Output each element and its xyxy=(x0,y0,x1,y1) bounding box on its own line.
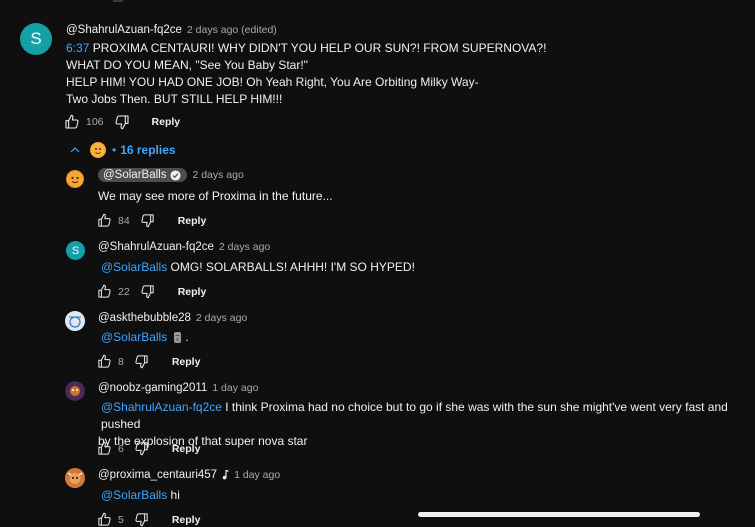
reply-avatar[interactable] xyxy=(65,468,85,488)
reply-actions: 6 Reply xyxy=(97,441,200,456)
reply-header: @askthebubble28 2 days ago xyxy=(98,312,247,324)
like-count: 5 xyxy=(118,513,124,526)
moai-emoji-icon xyxy=(173,331,182,344)
gamer-avatar-icon xyxy=(65,381,85,401)
like-icon[interactable] xyxy=(97,213,112,228)
comment-actions: 106 Reply xyxy=(64,114,180,130)
mention-link[interactable]: @ShahrulAzuan-fq2ce xyxy=(101,400,222,414)
reply-actions: 8 Reply xyxy=(97,354,200,369)
reply-header: @proxima_centauri457 1 day ago xyxy=(98,469,280,481)
dislike-icon[interactable] xyxy=(140,213,155,228)
mention-link[interactable]: @SolarBalls xyxy=(101,260,167,274)
home-indicator[interactable] xyxy=(418,512,700,517)
reply-author[interactable]: @ShahrulAzuan-fq2ce xyxy=(98,241,214,253)
star-face-avatar-icon xyxy=(65,468,85,488)
like-count: 8 xyxy=(118,355,124,368)
replies-count-label: 16 replies xyxy=(120,143,176,157)
reply-text: @SolarBalls hi xyxy=(101,487,180,504)
reply-button[interactable]: Reply xyxy=(152,116,181,128)
dislike-icon[interactable] xyxy=(140,284,155,299)
reply-button[interactable]: Reply xyxy=(178,286,207,298)
avatar-letter: S xyxy=(30,29,42,48)
reply-text-body: hi xyxy=(167,488,180,502)
reply-button[interactable]: Reply xyxy=(172,356,201,368)
like-count: 84 xyxy=(118,214,130,227)
comment-line-2: WHAT DO YOU MEAN, "See You Baby Star!" xyxy=(66,58,308,72)
comment-time: 2 days ago (edited) xyxy=(186,24,277,36)
mention-link[interactable]: @SolarBalls xyxy=(101,329,167,346)
music-note-icon xyxy=(222,470,229,480)
like-icon[interactable] xyxy=(97,441,112,456)
reply-actions: 5 Reply xyxy=(97,512,200,527)
bullet-separator: • xyxy=(112,143,117,157)
reply-avatar[interactable] xyxy=(65,381,85,401)
verified-check-icon xyxy=(170,169,181,181)
replies-toggle[interactable]: • 16 replies xyxy=(69,142,176,158)
like-icon[interactable] xyxy=(64,114,80,130)
avatar[interactable]: S xyxy=(20,23,52,55)
comment-header: @ShahrulAzuan-fq2ce 2 days ago (edited) xyxy=(66,24,277,36)
reply-avatar[interactable]: S xyxy=(66,241,85,260)
reply-button[interactable]: Reply xyxy=(178,215,207,227)
creator-avatar-icon xyxy=(90,142,106,158)
reply-time: 2 days ago xyxy=(218,241,271,253)
comment-body: 6:37 PROXIMA CENTAURI! WHY DIDN'T YOU HE… xyxy=(66,40,626,108)
reply-author[interactable]: @proxima_centauri457 xyxy=(98,469,217,481)
reply-header: @ShahrulAzuan-fq2ce 2 days ago xyxy=(98,241,270,253)
reply-text: @SolarBalls OMG! SOLARBALLS! AHHH! I'M S… xyxy=(101,259,415,276)
reply-author[interactable]: @noobz-gaming2011 xyxy=(98,382,207,394)
like-icon[interactable] xyxy=(97,512,112,527)
comment-line-3: HELP HIM! YOU HAD ONE JOB! Oh Yeah Right… xyxy=(66,75,479,89)
like-count: 106 xyxy=(86,116,104,128)
avatar-letter: S xyxy=(71,244,80,257)
timestamp-link[interactable]: 6:37 xyxy=(66,41,89,55)
reply-time: 1 day ago xyxy=(212,382,259,394)
reply-button[interactable]: Reply xyxy=(172,443,201,455)
reply-time: 2 days ago xyxy=(192,169,244,181)
sun-face-icon xyxy=(67,171,83,187)
reply-actions: 22 Reply xyxy=(97,284,206,299)
dislike-icon[interactable] xyxy=(134,441,149,456)
chevron-up-icon xyxy=(69,144,81,156)
comment-line-1: 6:37 PROXIMA CENTAURI! WHY DIDN'T YOU HE… xyxy=(66,40,626,57)
comment-line-4: Two Jobs Then. BUT STILL HELP HIM!!! xyxy=(66,92,283,106)
reply-text: We may see more of Proxima in the future… xyxy=(98,189,333,203)
reply-actions: 84 Reply xyxy=(97,213,206,228)
reply-button[interactable]: Reply xyxy=(172,514,201,526)
reply-author: @SolarBalls xyxy=(103,169,167,181)
dislike-icon[interactable] xyxy=(114,114,130,130)
like-icon[interactable] xyxy=(97,284,112,299)
reply-header: @noobz-gaming2011 1 day ago xyxy=(98,382,258,394)
like-count: 6 xyxy=(118,442,124,455)
creator-badge[interactable]: @SolarBalls xyxy=(98,168,188,182)
top-edge-remnant xyxy=(113,0,123,2)
reply-header: @SolarBalls 2 days ago xyxy=(98,168,244,182)
reply-avatar[interactable] xyxy=(65,311,85,331)
dislike-icon[interactable] xyxy=(134,354,149,369)
comment-author[interactable]: @ShahrulAzuan-fq2ce xyxy=(66,24,182,36)
comment-line-1-text: PROXIMA CENTAURI! WHY DIDN'T YOU HELP OU… xyxy=(89,41,547,55)
dislike-icon[interactable] xyxy=(134,512,149,527)
reply-time: 1 day ago xyxy=(234,469,281,481)
like-icon[interactable] xyxy=(97,354,112,369)
reply-author[interactable]: @askthebubble28 xyxy=(98,312,191,324)
bubble-avatar-icon xyxy=(65,311,85,331)
reply-text-line-1: @ShahrulAzuan-fq2ce I think Proxima had … xyxy=(98,399,748,433)
reply-text: @SolarBalls . xyxy=(101,329,189,346)
mention-link[interactable]: @SolarBalls xyxy=(101,488,167,502)
reply-time: 2 days ago xyxy=(195,312,248,324)
reply-avatar[interactable] xyxy=(66,170,84,188)
like-count: 22 xyxy=(118,285,130,298)
reply-text-body: . xyxy=(185,330,189,344)
reply-text-body: OMG! SOLARBALLS! AHHH! I'M SO HYPED! xyxy=(167,260,415,274)
